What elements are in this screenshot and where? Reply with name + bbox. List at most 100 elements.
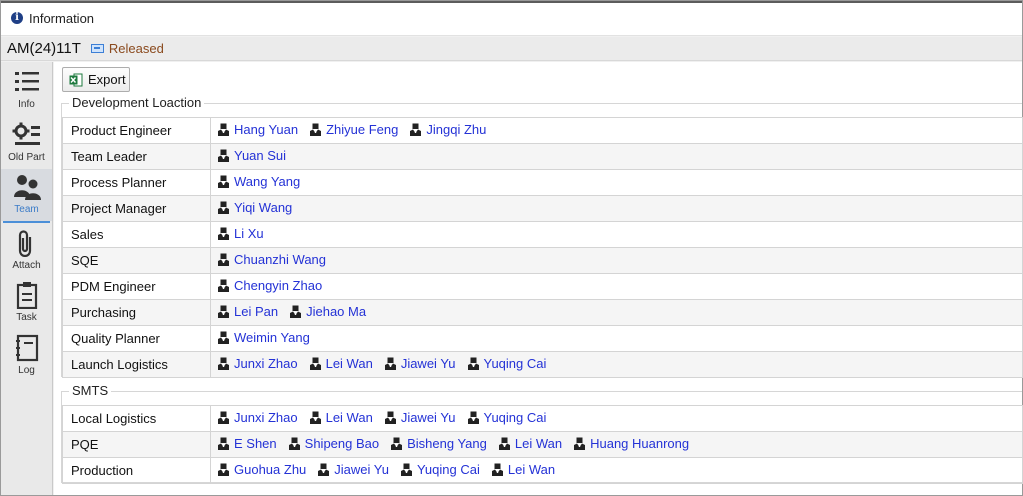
user-icon	[467, 357, 479, 370]
person-link[interactable]: Huang Huanrong	[574, 436, 689, 451]
sidebar-item-info[interactable]: Info	[1, 64, 52, 116]
sidebar-item-task[interactable]: Task	[1, 277, 52, 329]
export-button-label: Export	[88, 72, 126, 87]
table-row: Sales Li Xu	[62, 221, 1023, 248]
person-name: Yuqing Cai	[483, 356, 547, 371]
user-icon	[218, 331, 229, 344]
user-icon	[309, 411, 321, 424]
person-link[interactable]: Li Xu	[218, 226, 264, 241]
document-id: AM(24)11T	[7, 40, 81, 57]
role-label: Local Logistics	[62, 405, 211, 432]
person-link[interactable]: Lei Wan	[309, 356, 373, 371]
person-link[interactable]: E Shen	[218, 436, 277, 451]
people-cell: Lei Pan Jiehao Ma	[210, 299, 1023, 326]
person-name: Jiawei Yu	[400, 356, 456, 371]
table-row: Production Guohua Zhu Jiawei Yu Yuqing Cai L…	[62, 457, 1023, 484]
sidebar-item-old-part[interactable]: Old Part	[1, 117, 52, 169]
person-link[interactable]: Yiqi Wang	[218, 200, 292, 215]
person-link[interactable]: Lei Pan	[218, 304, 278, 319]
person-link[interactable]: Junxi Zhao	[218, 356, 298, 371]
person-name: Zhiyue Feng	[326, 122, 399, 137]
user-icon	[218, 357, 229, 370]
person-link[interactable]: Jiawei Yu	[384, 356, 456, 371]
info-icon: i	[11, 12, 23, 24]
person-link[interactable]: Wang Yang	[218, 174, 300, 189]
group-development-location: Development Loaction Product Engineer Han…	[61, 95, 1023, 378]
sidebar-item-label: Team	[14, 204, 39, 215]
person-link[interactable]: Junxi Zhao	[218, 410, 298, 425]
person-name: Yiqi Wang	[234, 200, 293, 215]
role-label: PQE	[62, 431, 211, 458]
table-row: Local Logistics Junxi Zhao Lei Wan Jiawei Y…	[62, 405, 1023, 432]
user-icon	[391, 437, 403, 450]
person-link[interactable]: Chuanzhi Wang	[218, 252, 326, 267]
person-link[interactable]: Jiehao Ma	[290, 304, 366, 319]
sidebar-item-team[interactable]: Team	[1, 169, 52, 223]
person-link[interactable]: Lei Wan	[498, 436, 562, 451]
people-cell: Yiqi Wang	[210, 195, 1023, 222]
person-link[interactable]: Guohua Zhu	[218, 462, 306, 477]
person-name: Chengyin Zhao	[234, 278, 323, 293]
person-link[interactable]: Chengyin Zhao	[218, 278, 322, 293]
person-link[interactable]: Yuan Sui	[218, 148, 286, 163]
export-button[interactable]: Export	[62, 67, 130, 92]
list-icon	[14, 72, 39, 91]
user-icon	[218, 227, 229, 240]
person-name: Weimin Yang	[234, 330, 310, 345]
person-link[interactable]: Shipeng Bao	[288, 436, 380, 451]
person-link[interactable]: Weimin Yang	[218, 330, 310, 345]
person-name: Yuan Sui	[234, 148, 287, 163]
role-label: Quality Planner	[62, 325, 211, 352]
notebook-icon	[15, 334, 38, 362]
user-icon	[410, 123, 422, 136]
user-icon	[318, 463, 330, 476]
role-label: Launch Logistics	[62, 351, 211, 378]
people-cell: Chuanzhi Wang	[210, 247, 1023, 274]
document-header: AM(24)11T Released	[1, 37, 1022, 61]
table-row: Project Manager Yiqi Wang	[62, 195, 1023, 222]
role-label: Team Leader	[62, 143, 211, 170]
table-row: SQE Chuanzhi Wang	[62, 247, 1023, 274]
person-link[interactable]: Bisheng Yang	[391, 436, 487, 451]
user-icon	[218, 437, 229, 450]
people-cell: E Shen Shipeng Bao Bisheng Yang Lei Wan Huan…	[210, 431, 1023, 458]
sidebar-item-label: Log	[18, 365, 35, 376]
people-cell: Hang Yuan Zhiyue Feng Jingqi Zhu	[210, 117, 1023, 144]
person-link[interactable]: Lei Wan	[309, 410, 373, 425]
sidebar-item-attach[interactable]: Attach	[1, 225, 52, 277]
person-link[interactable]: Yuqing Cai	[467, 410, 546, 425]
user-icon	[218, 201, 229, 214]
user-icon	[218, 149, 229, 162]
table-row: Quality Planner Weimin Yang	[62, 325, 1023, 352]
group-smts: SMTS Local Logistics Junxi Zhao Lei Wan Jia…	[61, 383, 1023, 484]
person-link[interactable]: Hang Yuan	[218, 122, 298, 137]
person-name: Chuanzhi Wang	[234, 252, 327, 267]
role-label: Sales	[62, 221, 211, 248]
person-link[interactable]: Jiawei Yu	[384, 410, 456, 425]
person-link[interactable]: Yuqing Cai	[400, 462, 480, 477]
people-cell: Junxi Zhao Lei Wan Jiawei Yu Yuqing Cai	[210, 405, 1023, 432]
sidebar-item-log[interactable]: Log	[1, 330, 52, 382]
person-link[interactable]: Jiawei Yu	[318, 462, 389, 477]
role-label: SQE	[62, 247, 211, 274]
person-link[interactable]: Jingqi Zhu	[410, 122, 486, 137]
group-title: Development Loaction	[69, 95, 205, 110]
user-icon	[218, 463, 229, 476]
table-row: PDM Engineer Chengyin Zhao	[62, 273, 1023, 300]
user-icon	[467, 411, 479, 424]
person-name: Shipeng Bao	[304, 436, 380, 451]
user-icon	[218, 279, 229, 292]
role-label: Process Planner	[62, 169, 211, 196]
person-link[interactable]: Lei Wan	[491, 462, 555, 477]
people-cell: Chengyin Zhao	[210, 273, 1023, 300]
person-name: Junxi Zhao	[234, 356, 298, 371]
team-panel: Export Development Loaction Product Engi…	[54, 62, 1023, 495]
status-badge: Released	[108, 41, 164, 56]
status-icon	[90, 44, 104, 53]
person-link[interactable]: Zhiyue Feng	[310, 122, 398, 137]
team-table: Local Logistics Junxi Zhao Lei Wan Jiawei Y…	[62, 405, 1023, 484]
person-link[interactable]: Yuqing Cai	[467, 356, 547, 371]
table-row: Process Planner Wang Yang	[62, 169, 1023, 196]
user-icon	[384, 357, 396, 370]
team-icon	[13, 175, 41, 200]
